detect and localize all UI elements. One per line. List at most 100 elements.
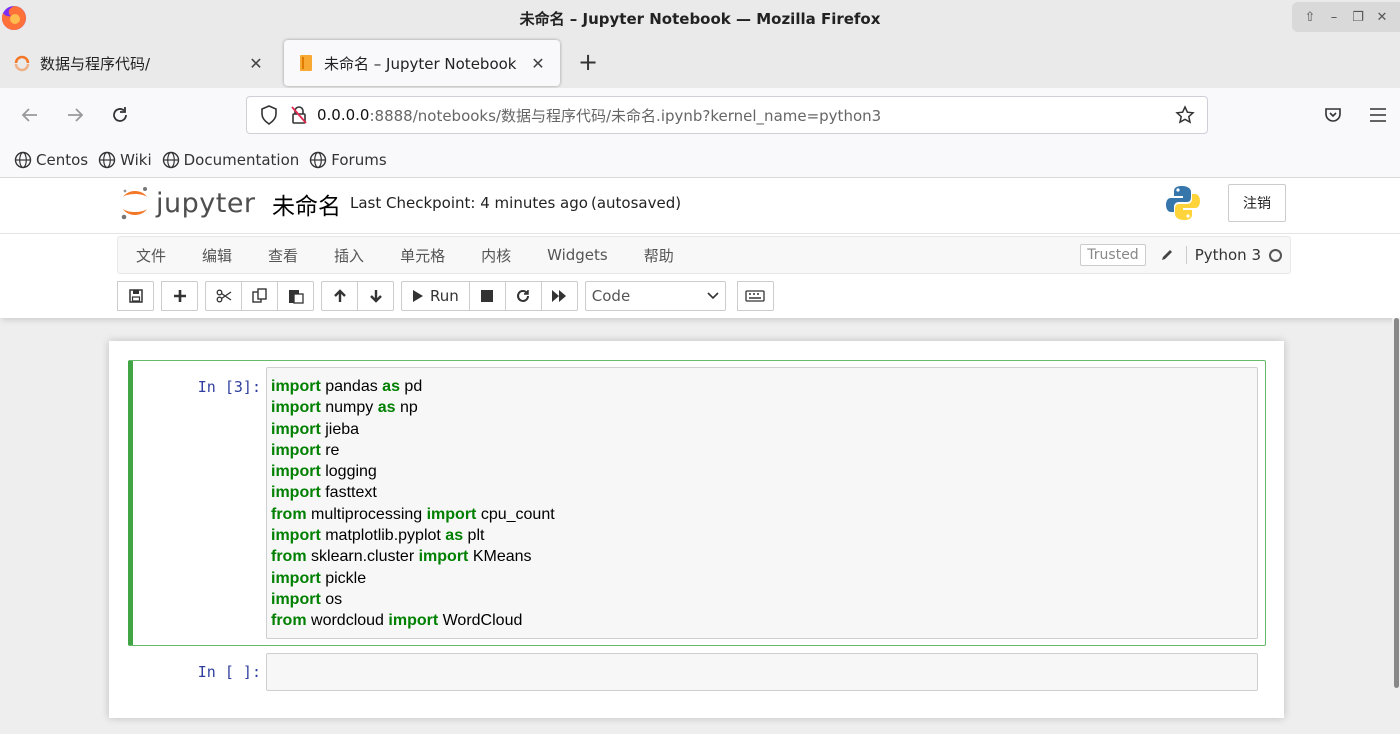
autosave-status: (autosaved) [591, 194, 682, 212]
menu-kernel[interactable]: 内核 [463, 245, 529, 266]
code-cell-empty[interactable]: In [ ]: [128, 653, 1266, 693]
bookmark-label: Wiki [120, 150, 152, 169]
url-path: :8888/notebooks/数据与程序代码/未命名.ipynb?kernel… [369, 106, 882, 125]
command-palette-button[interactable] [736, 281, 774, 311]
code-keyword: import [426, 505, 477, 523]
url-bar[interactable]: 0.0.0.0 :8888/notebooks/数据与程序代码/未命名.ipyn… [246, 96, 1208, 134]
reload-icon[interactable] [107, 102, 133, 128]
window-close-button[interactable]: ✕ [1372, 10, 1392, 25]
bookmark-wiki[interactable]: Wiki [98, 151, 152, 169]
notebook-name[interactable]: 未命名 [272, 187, 341, 221]
code-text: pandas [320, 378, 383, 395]
stop-icon [481, 290, 494, 302]
code-keyword: import [388, 612, 439, 630]
globe-icon [14, 151, 32, 168]
code-editor[interactable] [266, 653, 1258, 691]
save-button[interactable] [117, 281, 154, 311]
hamburger-menu-icon[interactable] [1365, 102, 1391, 128]
restart-button[interactable] [504, 281, 542, 311]
menu-edit[interactable]: 编辑 [184, 245, 250, 266]
back-arrow-icon[interactable] [17, 102, 43, 128]
code-line: import re [271, 440, 1253, 461]
jupyter-header: jupyter 未命名 Last Checkpoint: 4 minutes a… [0, 178, 1400, 234]
jupyter-logo[interactable]: jupyter [120, 184, 256, 222]
move-down-button[interactable] [357, 281, 394, 311]
shield-icon[interactable] [257, 103, 281, 127]
pencil-icon[interactable] [1160, 248, 1174, 262]
insecure-lock-icon[interactable] [287, 103, 311, 127]
restart-run-all-button[interactable] [540, 281, 578, 311]
close-icon[interactable]: ✕ [528, 54, 548, 73]
jupyter-logo-icon [121, 187, 147, 220]
tab-directory[interactable]: 数据与程序代码/ ✕ [0, 40, 278, 86]
bookmark-centos[interactable]: Centos [14, 151, 88, 169]
globe-icon [162, 151, 179, 168]
code-text: fasttext [320, 484, 377, 502]
cell-type-select[interactable]: Code [584, 281, 726, 311]
logout-button[interactable]: 注销 [1228, 184, 1286, 222]
forward-arrow-icon[interactable] [62, 102, 88, 128]
tab-notebook[interactable]: 未命名 – Jupyter Notebook ✕ [284, 40, 560, 86]
code-line: from sklearn.cluster import KMeans [271, 546, 1253, 567]
paste-button[interactable] [277, 281, 314, 311]
code-keyword: import [271, 463, 321, 481]
tab-label: 未命名 – Jupyter Notebook [324, 54, 517, 73]
run-button[interactable]: Run [401, 281, 470, 311]
code-text: sklearn.cluster [306, 548, 419, 566]
trusted-indicator[interactable]: Trusted [1080, 244, 1146, 266]
window-titlebar: 未命名 – Jupyter Notebook — Mozilla Firefox… [0, 0, 1400, 36]
code-keyword: import [271, 420, 321, 438]
code-cell-selected[interactable]: In [3]: import pandas as pd import numpy … [128, 360, 1266, 646]
cut-button[interactable] [205, 281, 242, 311]
code-editor[interactable]: import pandas as pd import numpy as np imp… [266, 367, 1258, 639]
menu-help[interactable]: 帮助 [626, 245, 692, 266]
code-text: multiprocessing [306, 505, 427, 523]
menu-insert[interactable]: 插入 [316, 245, 382, 266]
window-shade-button[interactable]: ⇧ [1300, 10, 1320, 25]
code-text: KMeans [468, 548, 532, 566]
code-text: cpu_count [476, 505, 555, 523]
window-minimize-button[interactable]: – [1324, 10, 1344, 25]
pocket-icon[interactable] [1320, 102, 1346, 128]
code-text: pickle [320, 569, 367, 587]
code-keyword: import [271, 484, 321, 502]
menu-view[interactable]: 查看 [250, 245, 316, 266]
move-up-button[interactable] [321, 281, 358, 311]
notebook-icon [296, 53, 316, 73]
code-keyword: import [271, 590, 321, 608]
code-text: re [320, 441, 340, 459]
close-icon[interactable]: ✕ [246, 54, 266, 73]
code-text: numpy [320, 399, 378, 417]
restart-icon [517, 289, 530, 302]
menubar-container: 文件 编辑 查看 插入 单元格 内核 Widgets 帮助 Trusted Py… [0, 234, 1400, 318]
tab-label: 数据与程序代码/ [40, 54, 151, 73]
menu-widgets[interactable]: Widgets [529, 246, 626, 264]
jupyter-logo-text: jupyter [156, 187, 256, 219]
menubar-right: Trusted Python 3 [1080, 237, 1290, 273]
checkpoint-status: Last Checkpoint: 4 minutes ago [350, 194, 588, 212]
interrupt-button[interactable] [468, 281, 506, 311]
menu-file[interactable]: 文件 [118, 245, 184, 266]
code-text: os [320, 590, 343, 608]
navigation-bar: 0.0.0.0 :8888/notebooks/数据与程序代码/未命名.ipyn… [0, 88, 1400, 142]
scissors-icon [216, 289, 231, 303]
new-tab-button[interactable]: + [574, 48, 602, 76]
insert-cell-button[interactable] [161, 281, 198, 311]
window-maximize-button[interactable]: ❐ [1348, 10, 1368, 25]
copy-button[interactable] [241, 281, 278, 311]
kernel-idle-indicator [1269, 248, 1282, 262]
menu-cell[interactable]: 单元格 [382, 245, 463, 266]
scrollbar-thumb[interactable] [1394, 318, 1399, 688]
bookmark-star-icon[interactable] [1173, 103, 1197, 127]
page-scrollbar[interactable] [1392, 318, 1400, 734]
bookmark-documentation[interactable]: Documentation [162, 150, 300, 169]
bookmark-forums[interactable]: Forums [309, 151, 387, 169]
code-keyword: as [382, 378, 400, 395]
code-line: import fasttext [271, 482, 1253, 503]
code-keyword: from [271, 505, 307, 523]
notebook-toolbar: Run Code [117, 280, 781, 312]
python-logo-icon [1166, 186, 1200, 220]
tab-strip: 数据与程序代码/ ✕ 未命名 – Jupyter Notebook ✕ + [0, 36, 1400, 88]
bookmark-label: Documentation [183, 150, 300, 169]
kernel-name[interactable]: Python 3 [1185, 246, 1261, 264]
